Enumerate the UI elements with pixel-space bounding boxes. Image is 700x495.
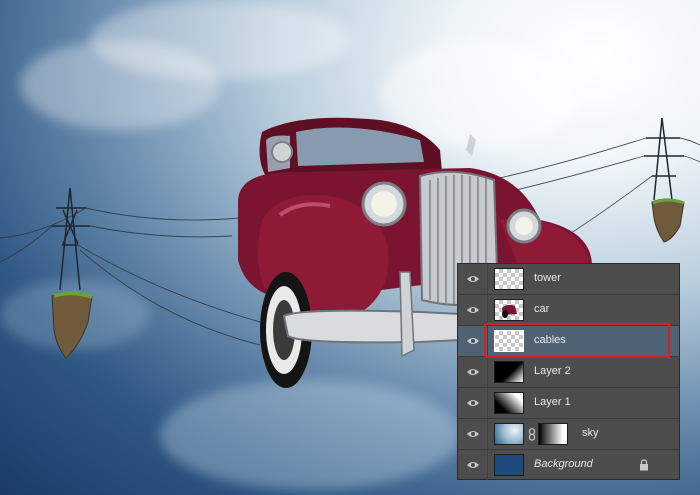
eye-icon [467,307,479,313]
layer-thumbnail [494,361,524,383]
visibility-toggle[interactable] [458,326,488,356]
layer-row-layer-2[interactable]: Layer 2 [458,357,679,388]
layer-name: Layer 1 [534,396,571,408]
eye-icon [467,400,479,406]
visibility-toggle[interactable] [458,357,488,387]
layer-name: Background [534,458,593,470]
layer-name: cables [534,334,566,346]
eye-icon [467,276,479,282]
layer-name: car [534,303,550,315]
visibility-toggle[interactable] [458,388,488,418]
layer-row-background[interactable]: Background [458,450,679,481]
layers-panel: tower car cables Layer 2 Layer 1 sky Bac… [457,263,680,480]
visibility-toggle[interactable] [458,450,488,480]
visibility-toggle[interactable] [458,295,488,325]
layer-thumbnail [494,423,524,445]
layer-row-layer-1[interactable]: Layer 1 [458,388,679,419]
layer-row-cables[interactable]: cables [458,326,679,357]
layer-thumbnail [494,454,524,476]
left-pylon [52,187,90,291]
eye-icon [467,369,479,375]
visibility-toggle[interactable] [458,419,488,449]
layer-name: Layer 2 [534,365,571,377]
right-floating-rock [651,198,685,243]
left-floating-rock [51,291,93,359]
visibility-toggle[interactable] [458,264,488,294]
right-pylon [644,117,684,201]
layer-mask-thumbnail[interactable] [538,423,568,445]
eye-icon [467,462,479,468]
chain-link-icon[interactable] [528,428,536,441]
layer-thumbnail [494,330,524,352]
car-thumbnail-icon [502,304,517,318]
layer-row-tower[interactable]: tower [458,264,679,295]
eye-icon [467,338,479,344]
layer-row-car[interactable]: car [458,295,679,326]
layer-row-sky[interactable]: sky [458,419,679,450]
layer-thumbnail [494,268,524,290]
layer-thumbnail [494,299,524,321]
eye-icon [467,431,479,437]
layer-name: sky [582,427,599,439]
layer-thumbnail [494,392,524,414]
lock-icon [640,459,648,471]
layer-name: tower [534,272,561,284]
